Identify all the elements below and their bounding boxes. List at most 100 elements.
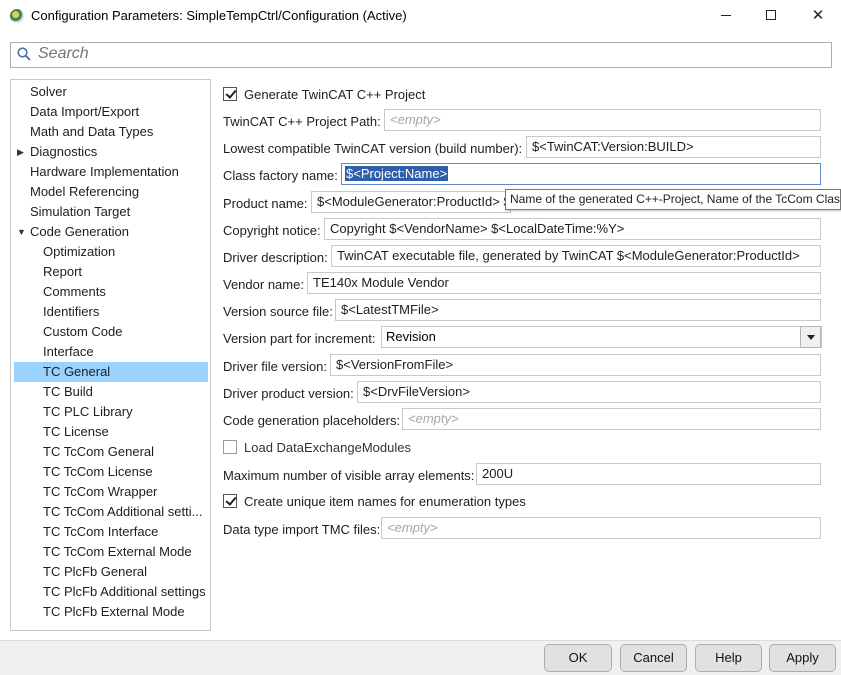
max-array-field[interactable]: 200U: [476, 463, 821, 485]
version-part-select[interactable]: Revision: [381, 326, 822, 348]
driver-description-label: Driver description:: [223, 250, 328, 265]
generate-cpp-label: Generate TwinCAT C++ Project: [244, 87, 426, 102]
tree-item-math-and-data-types[interactable]: Math and Data Types: [11, 122, 210, 142]
tree-item-tc-plc-library[interactable]: TC PLC Library: [11, 402, 210, 422]
tree-item-tc-plcfb-additional-settings[interactable]: TC PlcFb Additional settings: [11, 582, 210, 602]
tree-item-tc-tccom-wrapper[interactable]: TC TcCom Wrapper: [11, 482, 210, 502]
tree-item-label: TC PlcFb Additional settings: [43, 584, 206, 599]
project-path-label: TwinCAT C++ Project Path:: [223, 114, 381, 129]
maximize-icon: [766, 10, 776, 20]
vendor-name-label: Vendor name:: [223, 277, 304, 292]
version-part-value: Revision: [386, 329, 436, 344]
tree-item-tc-tccom-interface[interactable]: TC TcCom Interface: [11, 522, 210, 542]
search-box[interactable]: [10, 42, 832, 68]
version-source-field[interactable]: $<LatestTMFile>: [335, 299, 821, 321]
tree-item-tc-tccom-external-mode[interactable]: TC TcCom External Mode: [11, 542, 210, 562]
app-icon: [10, 9, 24, 23]
tree-item-tc-license[interactable]: TC License: [11, 422, 210, 442]
maximize-button[interactable]: [749, 0, 795, 32]
search-input[interactable]: [38, 45, 818, 63]
minimize-icon: [721, 15, 731, 16]
tree-item-code-generation[interactable]: ▼ Code Generation: [11, 222, 210, 242]
collapse-arrow-icon[interactable]: ▼: [17, 222, 26, 242]
tree-item-label: Math and Data Types: [30, 124, 154, 139]
minimize-button[interactable]: [703, 0, 749, 32]
expand-arrow-icon[interactable]: ▶: [17, 142, 24, 162]
tree-item-label: Optimization: [43, 244, 116, 259]
driver-file-version-field[interactable]: $<VersionFromFile>: [330, 354, 821, 376]
project-path-field[interactable]: <empty>: [384, 109, 821, 131]
apply-button[interactable]: Apply: [769, 644, 836, 672]
unique-names-checkbox[interactable]: [223, 494, 237, 508]
category-tree: Solver Data Import/Export Math and Data Ty…: [10, 79, 211, 631]
generate-cpp-checkbox[interactable]: [223, 87, 237, 101]
driver-product-version-label: Driver product version:: [223, 386, 354, 401]
tree-item-label: TC TcCom General: [43, 444, 155, 459]
tree-item-label: Comments: [43, 284, 106, 299]
tree-item-tc-tccom-license[interactable]: TC TcCom License: [11, 462, 210, 482]
driver-file-version-label: Driver file version:: [223, 359, 328, 374]
tree-item-tc-tccom-general[interactable]: TC TcCom General: [11, 442, 210, 462]
tree-item-comments[interactable]: Comments: [11, 282, 210, 302]
tree-item-label: TC General: [43, 364, 111, 379]
tree-item-report[interactable]: Report: [11, 262, 210, 282]
tree-item-tc-general[interactable]: TC General: [14, 362, 208, 382]
tmc-files-label: Data type import TMC files:: [223, 522, 381, 537]
lowest-version-field[interactable]: $<TwinCAT:Version:BUILD>: [526, 136, 821, 158]
tree-item-hardware-implementation[interactable]: Hardware Implementation: [11, 162, 210, 182]
tree-item-identifiers[interactable]: Identifiers: [11, 302, 210, 322]
product-name-label: Product name:: [223, 196, 308, 211]
version-source-label: Version source file:: [223, 304, 333, 319]
tree-item-simulation-target[interactable]: Simulation Target: [11, 202, 210, 222]
tree-item-custom-code[interactable]: Custom Code: [11, 322, 210, 342]
max-array-label: Maximum number of visible array elements…: [223, 468, 475, 483]
tree-item-label: Solver: [30, 84, 67, 99]
class-factory-field[interactable]: $<Project:Name>: [341, 163, 821, 185]
driver-product-version-field[interactable]: $<DrvFileVersion>: [357, 381, 821, 403]
tree-item-tc-plcfb-external-mode[interactable]: TC PlcFb External Mode: [11, 602, 210, 622]
placeholders-field[interactable]: <empty>: [402, 408, 821, 430]
version-part-label: Version part for increment:: [223, 331, 376, 346]
tree-item-label: TC TcCom Additional setti...: [43, 504, 203, 519]
tree-item-label: TC PLC Library: [43, 404, 133, 419]
lowest-version-label: Lowest compatible TwinCAT version (build…: [223, 141, 523, 156]
tree-item-solver[interactable]: Solver: [11, 82, 210, 102]
tree-item-model-referencing[interactable]: Model Referencing: [11, 182, 210, 202]
help-button[interactable]: Help: [695, 644, 762, 672]
tree-item-label: Diagnostics: [30, 144, 98, 159]
search-icon: [17, 47, 31, 61]
tree-item-label: Simulation Target: [30, 204, 131, 219]
tree-item-tc-build[interactable]: TC Build: [11, 382, 210, 402]
copyright-field[interactable]: Copyright $<VendorName> $<LocalDateTime:…: [324, 218, 821, 240]
ok-button[interactable]: OK: [544, 644, 612, 672]
tree-item-label: Custom Code: [43, 324, 123, 339]
vendor-name-field[interactable]: TE140x Module Vendor: [307, 272, 821, 294]
tree-item-tc-plcfb-general[interactable]: TC PlcFb General: [11, 562, 210, 582]
tree-item-label: TC TcCom Wrapper: [43, 484, 158, 499]
tree-item-label: TC License: [43, 424, 109, 439]
tree-item-label: TC Build: [43, 384, 93, 399]
tree-item-label: Report: [43, 264, 83, 279]
tree-item-tc-tccom-additional-setti[interactable]: TC TcCom Additional setti...: [11, 502, 210, 522]
product-name-field[interactable]: $<ModuleGenerator:ProductId> $: [311, 191, 511, 213]
unique-names-label: Create unique item names for enumeration…: [244, 494, 526, 509]
tree-item-label: TC TcCom License: [43, 464, 153, 479]
tree-item-label: TC TcCom External Mode: [43, 544, 192, 559]
tmc-files-field[interactable]: <empty>: [381, 517, 821, 539]
tree-item-label: Hardware Implementation: [30, 164, 179, 179]
placeholders-label: Code generation placeholders:: [223, 413, 401, 428]
tree-item-label: TC PlcFb External Mode: [43, 604, 185, 619]
cancel-button[interactable]: Cancel: [620, 644, 687, 672]
chevron-down-icon[interactable]: [800, 326, 821, 348]
tree-item-optimization[interactable]: Optimization: [11, 242, 210, 262]
tree-item-data-import-export[interactable]: Data Import/Export: [11, 102, 210, 122]
tree-item-diagnostics[interactable]: ▶ Diagnostics: [11, 142, 210, 162]
tree-item-label: TC TcCom Interface: [43, 524, 159, 539]
class-factory-tooltip: Name of the generated C++-Project, Name …: [505, 189, 841, 210]
tree-item-label: Interface: [43, 344, 94, 359]
load-modules-checkbox[interactable]: [223, 440, 237, 454]
driver-description-field[interactable]: TwinCAT executable file, generated by Tw…: [331, 245, 821, 267]
close-button[interactable]: ✕: [795, 0, 841, 32]
tree-item-interface[interactable]: Interface: [11, 342, 210, 362]
tree-item-label: TC PlcFb General: [43, 564, 148, 579]
